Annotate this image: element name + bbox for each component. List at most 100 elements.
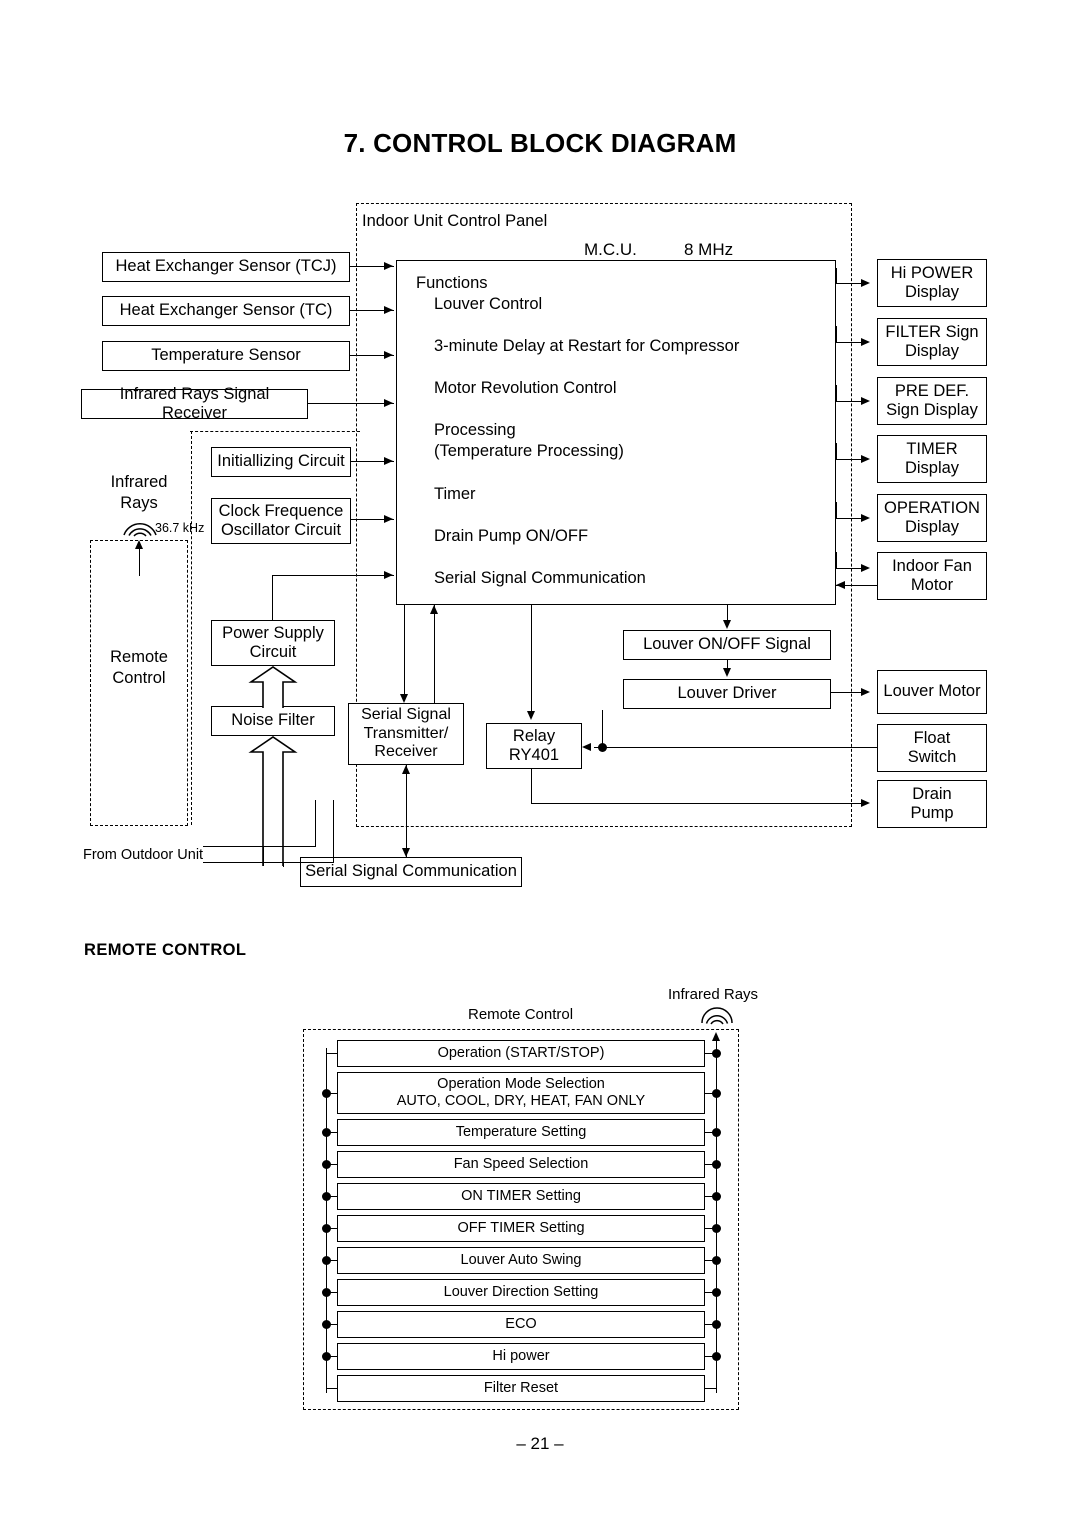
remote-control-label-line1: Remote [110, 648, 168, 666]
output-label-line2: Display [904, 342, 960, 360]
remote-item-label: Hi power [492, 1347, 550, 1364]
mcu-function-1: 3-minute Delay at Restart for Compressor [434, 337, 740, 355]
circuit-label: Louver Driver [677, 684, 777, 703]
page-number: – 21 – [516, 1434, 564, 1453]
mcu-function-2: Motor Revolution Control [434, 379, 617, 397]
remote-item-label: Fan Speed Selection [453, 1155, 589, 1172]
relay-ry401-box: Relay RY401 [486, 723, 582, 769]
remote-item-off-timer-setting[interactable]: OFF TIMER Setting [337, 1215, 705, 1242]
mcu-function-0: Louver Control [434, 295, 543, 313]
output-box-drain-pump: Drain Pump [877, 780, 987, 828]
power-supply-circuit-box: Power Supply Circuit [211, 620, 335, 666]
circuit-label-line1: Clock Frequence [218, 501, 344, 520]
output-label-line2: Pump [910, 804, 954, 822]
input-box-heat-exchanger-tc: Heat Exchanger Sensor (TC) [102, 296, 350, 326]
panel-subboundary-vline [191, 431, 192, 825]
remote-item-louver-auto-swing[interactable]: Louver Auto Swing [337, 1247, 705, 1274]
input-label: Heat Exchanger Sensor (TC) [119, 301, 333, 320]
mcu-function-4: Timer [434, 485, 476, 503]
page-title: 7. CONTROL BLOCK DIAGRAM [343, 128, 737, 158]
remote-item-operation-mode-selection[interactable]: Operation Mode Selection AUTO, COOL, DRY… [337, 1072, 705, 1114]
circuit-label: Noise Filter [231, 711, 315, 730]
mcu-functions-heading: Functions [416, 274, 488, 292]
remote-item-label-line1: Operation Mode Selection [437, 1075, 605, 1092]
output-box-filter-sign-display: FILTER Sign Display [877, 318, 987, 366]
noise-filter-box: Noise Filter [211, 706, 335, 736]
mcu-function-3: Processing [434, 421, 516, 439]
output-box-indoor-fan-motor: Indoor Fan Motor [877, 552, 987, 600]
remote-item-eco[interactable]: ECO [337, 1311, 705, 1338]
output-label-line1: OPERATION [884, 498, 980, 517]
infrared-frequency-label: 36.7 kHz [155, 521, 205, 535]
input-box-temperature-sensor: Temperature Sensor [102, 341, 350, 371]
output-label-line2: Switch [907, 748, 957, 766]
input-box-infrared-receiver: Infrared Rays Signal Receiver [81, 385, 308, 422]
remote-item-louver-direction-setting[interactable]: Louver Direction Setting [337, 1279, 705, 1306]
output-box-pre-def-sign-display: PRE DEF. Sign Display [877, 377, 987, 425]
circuit-label: Serial Signal Communication [305, 862, 517, 881]
mcu-function-6: Serial Signal Communication [434, 569, 646, 587]
remote-item-filter-reset[interactable]: Filter Reset [337, 1375, 705, 1402]
infrared-rays-label-line2: Rays [120, 494, 158, 512]
remote-item-on-timer-setting[interactable]: ON TIMER Setting [337, 1183, 705, 1210]
remote-item-hi-power[interactable]: Hi power [337, 1343, 705, 1370]
circuit-label-line2: Oscillator Circuit [220, 521, 342, 539]
output-label-line1: Hi POWER [890, 263, 974, 282]
circuit-label-line2: Circuit [249, 643, 297, 661]
output-label-line1: FILTER Sign [885, 322, 979, 341]
louver-driver-box: Louver Driver [623, 679, 831, 709]
circuit-label-line1: Power Supply [222, 623, 324, 642]
mcu-function-5: Drain Pump ON/OFF [434, 527, 589, 545]
output-label-line2: Display [904, 283, 960, 301]
output-label-line2: Motor [910, 576, 954, 594]
page-canvas: 7. CONTROL BLOCK DIAGRAM Indoor Unit Con… [0, 0, 1080, 1528]
relay-label-line2: RY401 [508, 746, 560, 764]
remote-item-fan-speed-selection[interactable]: Fan Speed Selection [337, 1151, 705, 1178]
remote-item-label-line2: AUTO, COOL, DRY, HEAT, FAN ONLY [396, 1093, 646, 1109]
output-label-line1: Indoor Fan [892, 556, 972, 575]
output-box-operation-display: OPERATION Display [877, 494, 987, 542]
output-label-line1: PRE DEF. [894, 381, 970, 400]
clock-oscillator-circuit-box: Clock Frequence Oscillator Circuit [211, 498, 351, 544]
input-label: Temperature Sensor [151, 346, 301, 365]
remote-item-operation-start-stop[interactable]: Operation (START/STOP) [337, 1040, 705, 1067]
remote-item-label: ECO [505, 1315, 537, 1332]
remote-item-label: Louver Direction Setting [443, 1283, 599, 1300]
from-outdoor-unit-label: From Outdoor Unit [83, 847, 204, 863]
remote-item-temperature-setting[interactable]: Temperature Setting [337, 1119, 705, 1146]
indoor-panel-label: Indoor Unit Control Panel [362, 212, 548, 230]
power-flow-arrow-up-1 [248, 666, 298, 708]
initializing-circuit-box: Initiallizing Circuit [211, 447, 351, 477]
circuit-label-line1: Serial Signal [361, 705, 451, 723]
mcu-function-3-detail: (Temperature Processing) [434, 442, 624, 460]
output-label-line2: Display [904, 459, 960, 477]
mcu-label: M.C.U. [584, 240, 637, 259]
input-label: Heat Exchanger Sensor (TCJ) [115, 257, 337, 276]
remote-control-box-title: Remote Control [468, 1006, 574, 1023]
output-label-line2: Display [904, 518, 960, 536]
remote-control-section-title: REMOTE CONTROL [84, 941, 247, 959]
mcu-clock-label: 8 MHz [684, 240, 734, 259]
remote-item-label: ON TIMER Setting [461, 1187, 581, 1204]
output-label-line1: TIMER [906, 439, 958, 458]
output-box-louver-motor: Louver Motor [877, 670, 987, 714]
output-label-line1: Float [913, 728, 951, 747]
panel-subboundary-line [190, 431, 360, 432]
remote-item-label: Louver Auto Swing [460, 1251, 582, 1268]
remote-item-label: OFF TIMER Setting [457, 1219, 585, 1236]
remote-item-label: Filter Reset [483, 1379, 559, 1396]
input-box-heat-exchanger-tcj: Heat Exchanger Sensor (TCJ) [102, 252, 350, 282]
remote-item-label: Operation (START/STOP) [437, 1044, 605, 1061]
circuit-label: Louver ON/OFF Signal [643, 635, 811, 654]
output-label-line1: Drain [912, 784, 952, 803]
output-label-line1: Louver Motor [883, 682, 981, 701]
infrared-rays-label-line1: Infrared [110, 473, 168, 491]
output-box-hi-power-display: Hi POWER Display [877, 259, 987, 307]
circuit-label-line2: Transmitter/ [363, 724, 449, 742]
circuit-label-line3: Receiver [374, 743, 438, 761]
input-label: Infrared Rays Signal Receiver [119, 384, 270, 422]
circuit-label: Initiallizing Circuit [217, 452, 345, 471]
remote-item-label: Temperature Setting [455, 1123, 587, 1140]
remote-control-label-line2: Control [112, 669, 166, 687]
serial-signal-transmitter-receiver-box: Serial Signal Transmitter/ Receiver [348, 703, 464, 765]
